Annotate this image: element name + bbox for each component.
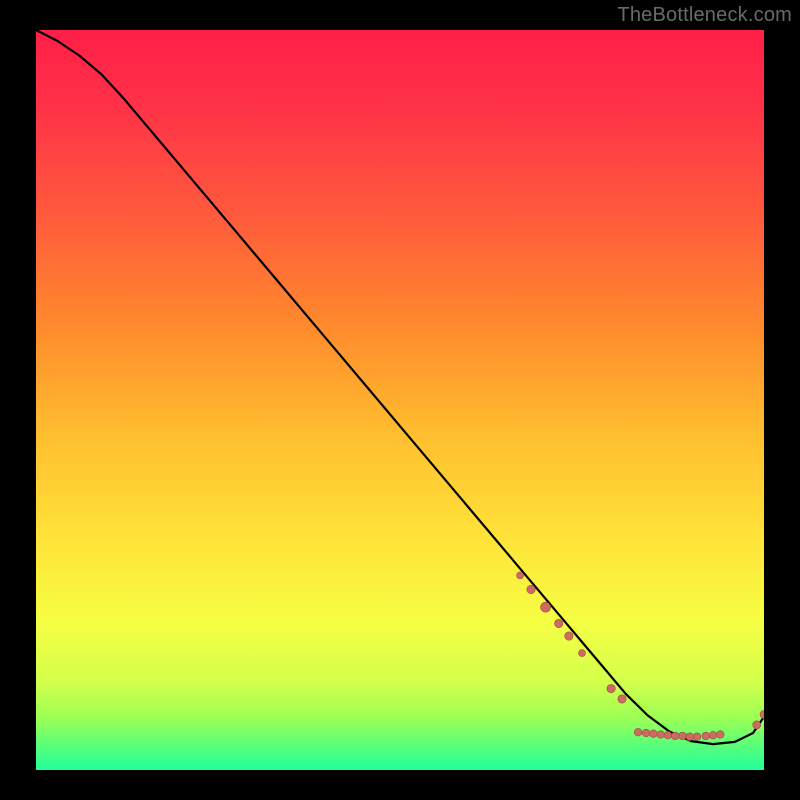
data-point (541, 602, 551, 612)
data-point (527, 585, 535, 593)
data-point (517, 572, 524, 579)
data-point (686, 733, 694, 741)
chart-area (36, 30, 764, 770)
data-point (717, 731, 725, 739)
data-point (555, 619, 563, 627)
data-point (642, 729, 650, 737)
data-point (650, 730, 658, 738)
data-point (702, 732, 710, 740)
data-point (618, 695, 626, 703)
data-point (634, 728, 642, 736)
data-point (693, 733, 701, 741)
data-point (679, 732, 687, 740)
chart-svg (36, 30, 764, 770)
data-point (607, 684, 615, 692)
data-point (579, 650, 586, 657)
data-point (671, 732, 679, 740)
gradient-background (36, 30, 764, 770)
data-point (565, 632, 573, 640)
data-point (657, 731, 665, 739)
watermark-text: TheBottleneck.com (617, 4, 792, 27)
stage: TheBottleneck.com (0, 0, 800, 800)
data-point (709, 731, 717, 739)
data-point (664, 731, 672, 739)
data-point (753, 721, 761, 729)
